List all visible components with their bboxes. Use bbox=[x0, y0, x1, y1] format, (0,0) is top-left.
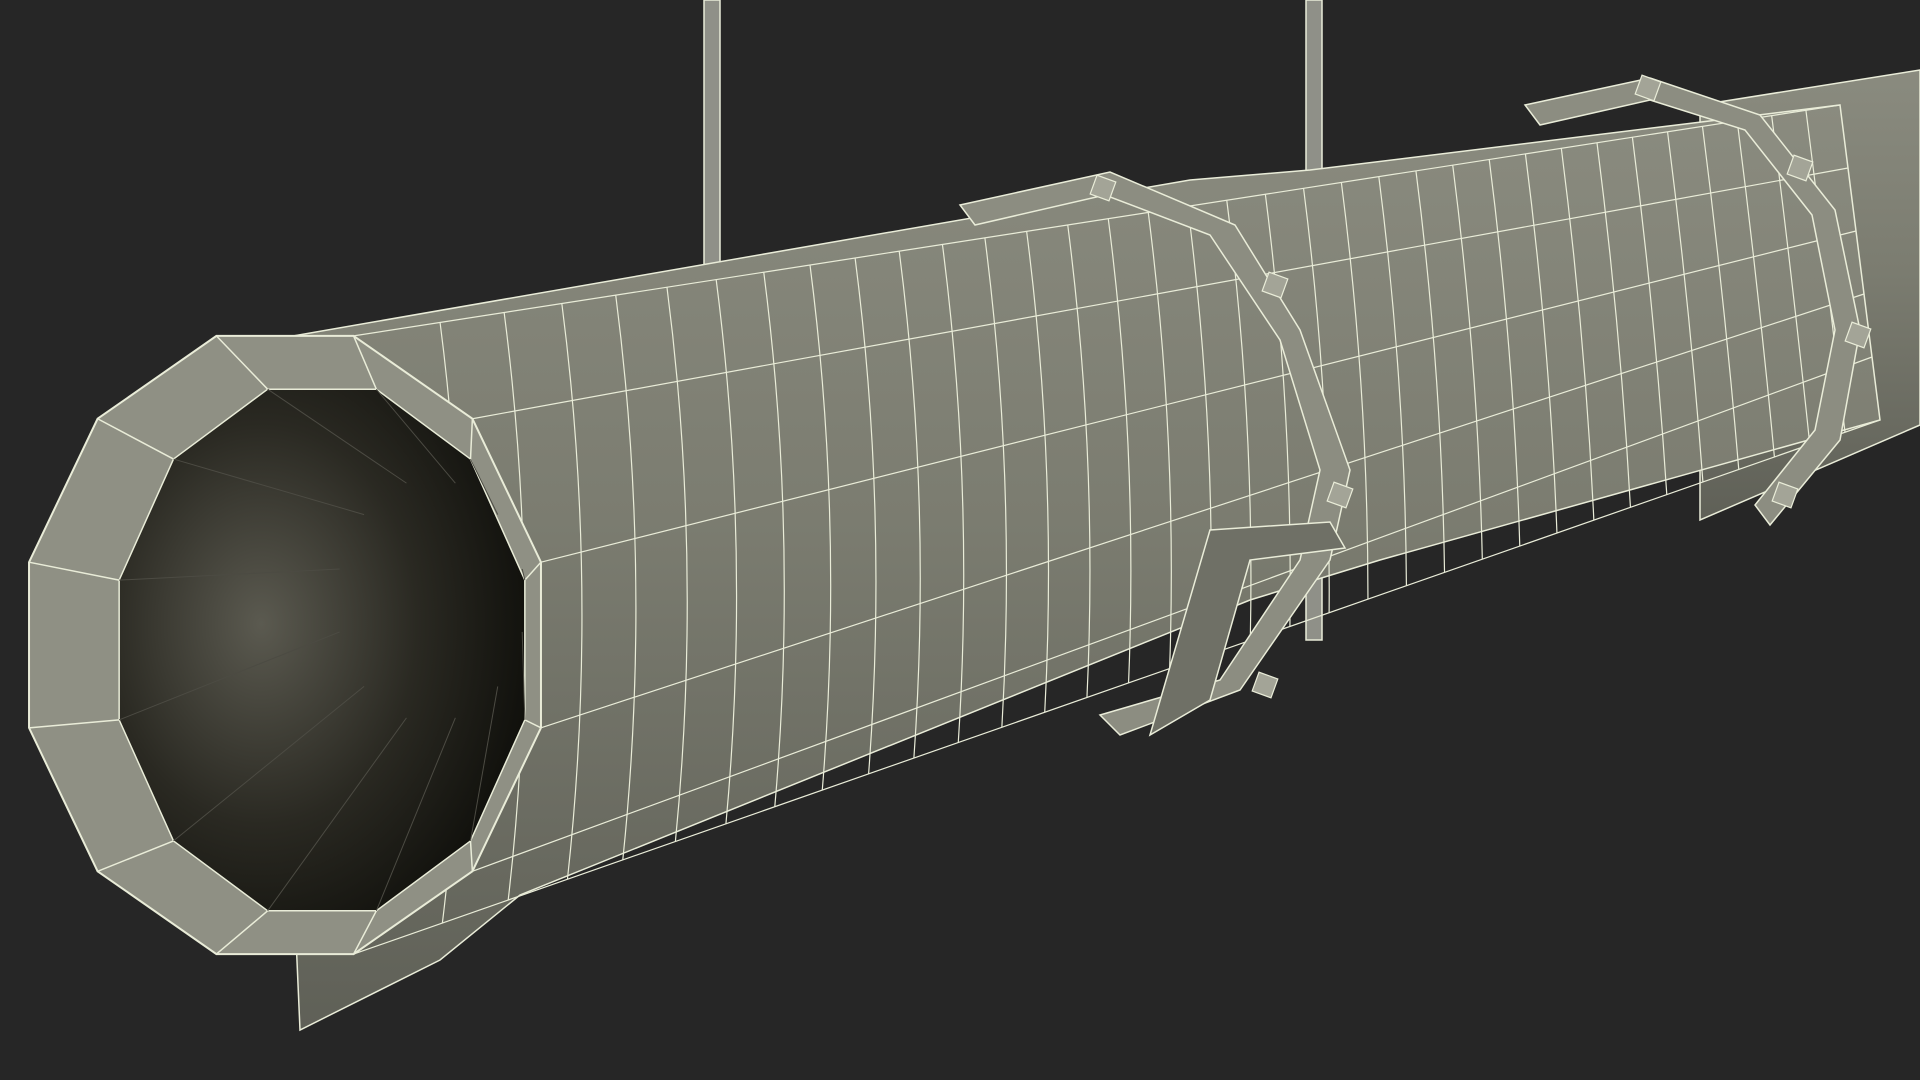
duct-wireframe-render bbox=[28, 0, 1920, 1032]
render-viewport bbox=[0, 0, 1920, 1080]
hanger-rod-left bbox=[703, 0, 721, 276]
duct-open-end bbox=[28, 334, 542, 956]
bolt bbox=[1251, 671, 1279, 699]
